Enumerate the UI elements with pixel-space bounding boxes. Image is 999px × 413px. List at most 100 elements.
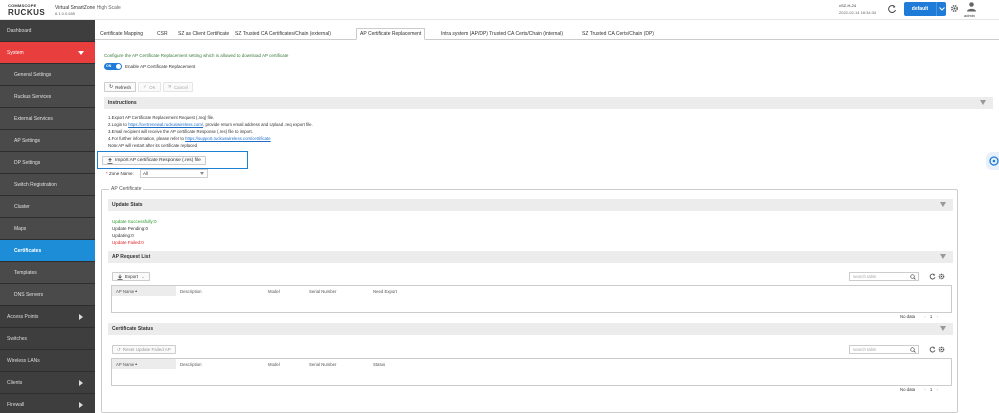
tab-bar: Certificate Mapping CSR SZ as Client Certi… [95, 28, 999, 40]
tab-sz-trusted-ca-certificates-chain-external[interactable]: SZ Trusted CA Certificates/Chain (extern… [232, 28, 334, 40]
refresh-icon[interactable] [887, 4, 897, 14]
zone-select[interactable]: All [140, 169, 208, 178]
sidebar-item-maps[interactable]: Maps [0, 218, 95, 240]
prev-page-icon[interactable]: ‹ [924, 314, 925, 319]
instruction-4: 4.For further information, please refer … [108, 136, 271, 141]
user-name[interactable]: admin [964, 13, 975, 18]
tab-certificate-mapping[interactable]: Certificate Mapping [97, 28, 146, 40]
sidebar-item-label: Access Points [7, 313, 39, 320]
column-header-label: Serial Number [309, 361, 337, 367]
refresh-icon[interactable] [929, 346, 936, 353]
chevron-right-icon [79, 402, 83, 408]
gear-icon[interactable] [938, 346, 945, 353]
tab-ap-certificate-replacement[interactable]: AP Certificate Replacement [356, 28, 426, 40]
column-header-description[interactable]: Description [176, 286, 264, 296]
sidebar-item-label: Clients [7, 379, 23, 386]
column-header-ap-name[interactable]: AP Name ▲ [112, 286, 176, 296]
sidebar-item-access-points[interactable]: Access Points [0, 306, 95, 328]
brand-logo[interactable]: RUCKUS [8, 8, 45, 17]
sidebar-item-switches[interactable]: Switches [0, 328, 95, 350]
export-button[interactable]: Export ⌄ [112, 272, 150, 281]
tab-sz-trusted-ca-certs-chain-dp[interactable]: SZ Trusted CA Certs/Chain (DP) [579, 28, 657, 40]
host-name: vSZ-H-24 [839, 3, 857, 8]
close-icon: ✕ [167, 84, 172, 90]
cancel-button[interactable]: ✕ Cancel [162, 82, 193, 92]
product-version: 6.1.0.0.655 [55, 11, 76, 16]
user-avatar-icon[interactable] [966, 1, 977, 12]
sidebar-item-wireless-lans[interactable]: Wireless LANs [0, 350, 95, 372]
page-number[interactable]: 1 [930, 314, 932, 319]
sidebar-item-switch-registration[interactable]: Switch Registration [0, 174, 95, 196]
search-placeholder: search table [853, 274, 877, 279]
ap-request-table: AP Name ▲ Description Model Serial Number Ne… [111, 285, 952, 313]
support-link[interactable]: https://support.ruckuswireless.com/certi… [185, 136, 271, 141]
column-header-description[interactable]: Description [176, 359, 264, 369]
tab-intra-system-ap-dp-trusted-ca-certs-chain-internal[interactable]: Intra system (AP/DP) Trusted CA Certs/Ch… [438, 28, 566, 40]
cancel-label: Cancel [173, 84, 188, 90]
next-page-icon[interactable]: › [937, 387, 938, 392]
cert-renewal-link[interactable]: https://certrenewal.ruckuswireless.com/ [128, 122, 203, 127]
sidebar-item-cluster[interactable]: Cluster [0, 196, 95, 218]
refresh-icon: ↻ [109, 84, 114, 90]
sidebar-item-firewall[interactable]: Firewall [0, 394, 95, 413]
tab-csr[interactable]: CSR [154, 28, 171, 40]
chevron-down-icon [78, 51, 84, 55]
next-page-icon[interactable]: › [937, 314, 938, 319]
export-label: Export [125, 274, 139, 279]
domain-selector[interactable]: default [904, 2, 946, 16]
collapse-icon[interactable] [940, 254, 946, 259]
sidebar-item-ap-settings[interactable]: AP Settings [0, 130, 95, 152]
sidebar-item-dns-servers[interactable]: DNS Servers [0, 284, 95, 306]
import-res-button[interactable]: Import AP certificate Response (.res) fi… [102, 156, 206, 165]
instructions-header[interactable]: Instructions [104, 97, 993, 109]
sidebar: Dashboard System General Settings Ruckus Se… [0, 20, 95, 413]
column-header-need-export[interactable]: Need Export [369, 286, 449, 296]
sidebar-item-ruckus-services[interactable]: Ruckus Services [0, 86, 95, 108]
cert-status-header[interactable]: Certificate Status [108, 323, 953, 335]
collapse-icon[interactable] [940, 326, 946, 331]
sidebar-item-dp-settings[interactable]: DP Settings [0, 152, 95, 174]
help-chat-icon[interactable] [986, 152, 999, 170]
ok-button[interactable]: ✓ OK [137, 82, 161, 92]
page-number[interactable]: 1 [930, 387, 932, 392]
column-header-model[interactable]: Model [264, 286, 305, 296]
gear-icon[interactable] [938, 273, 945, 280]
domain-label: default [911, 6, 929, 12]
sort-asc-icon: ▲ [134, 362, 138, 366]
ok-label: OK [149, 84, 156, 90]
no-data-text: No data [900, 314, 916, 319]
sidebar-item-system[interactable]: System [0, 42, 95, 64]
column-header-status[interactable]: Status [369, 359, 449, 369]
action-toolbar: ↻ Refresh ✓ OK ✕ Cancel [104, 82, 195, 92]
column-header-label: Need Export [373, 288, 397, 294]
refresh-icon[interactable] [929, 273, 936, 280]
column-header-serial-number[interactable]: Serial Number [305, 359, 369, 369]
column-header-label: Model [268, 361, 280, 367]
column-header-ap-name[interactable]: AP Name ▲ [112, 359, 176, 369]
cert-status-search-input[interactable]: search table [849, 345, 919, 354]
search-placeholder: search table [853, 347, 877, 352]
stat-pending: Update Pending:0 [112, 226, 149, 231]
tab-sz-as-client-certificate[interactable]: SZ as Client Certificate [175, 28, 232, 40]
sidebar-item-dashboard[interactable]: Dashboard [0, 20, 95, 42]
gear-icon[interactable] [950, 4, 959, 13]
ap-request-header[interactable]: AP Request List [108, 251, 953, 263]
enable-toggle[interactable]: ON [104, 63, 122, 70]
refresh-label: Refresh [115, 84, 131, 90]
column-header-model[interactable]: Model [264, 359, 305, 369]
sidebar-item-templates[interactable]: Templates [0, 262, 95, 284]
sidebar-item-general-settings[interactable]: General Settings [0, 64, 95, 86]
ap-request-search-input[interactable]: search table [849, 272, 919, 281]
collapse-icon[interactable] [940, 202, 946, 207]
reset-failed-button[interactable]: ↺ Reset Update Failed AP [112, 345, 176, 354]
sidebar-item-certificates[interactable]: Certificates [0, 240, 95, 262]
stat-updating: Updating:0 [112, 233, 134, 238]
update-stats-header[interactable]: Update Stats [108, 199, 953, 211]
prev-page-icon[interactable]: ‹ [924, 387, 925, 392]
sidebar-item-external-services[interactable]: External Services [0, 108, 95, 130]
refresh-button[interactable]: ↻ Refresh [104, 82, 136, 92]
sidebar-item-clients[interactable]: Clients [0, 372, 95, 394]
sidebar-item-label: Templates [14, 269, 37, 276]
column-header-serial-number[interactable]: Serial Number [305, 286, 369, 296]
collapse-icon[interactable] [980, 100, 986, 105]
